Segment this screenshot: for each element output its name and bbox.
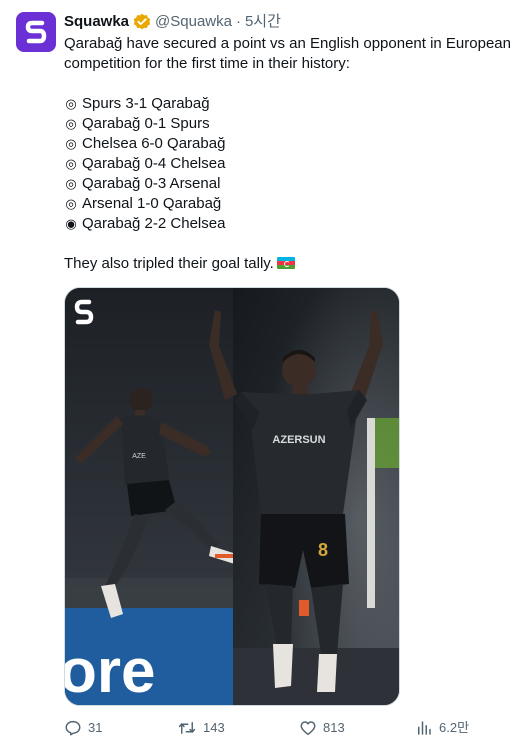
squawka-logo-icon <box>25 20 47 44</box>
result-line: ◎ Spurs 3-1 Qarabağ <box>64 94 519 114</box>
double-circle-icon: ◎ <box>65 116 77 131</box>
match-photo: ore AZE AZERSUN 8 <box>65 288 399 706</box>
result-line: ◎ Qarabağ 0-3 Arsenal <box>64 174 519 194</box>
views-chart-icon <box>418 721 431 735</box>
result-text: Qarabağ 0-3 Arsenal <box>82 175 221 192</box>
tweet-intro: Qarabağ have secured a point vs an Engli… <box>64 35 511 72</box>
heart-icon <box>300 721 316 736</box>
result-text: Qarabağ 2-2 Chelsea <box>82 215 226 232</box>
repost-icon <box>178 722 196 734</box>
shorts-number: 8 <box>318 540 328 560</box>
result-line: ◉ Qarabağ 2-2 Chelsea <box>64 214 519 234</box>
tweet[interactable]: Squawka @Squawka · 5시간 Qarabağ have secu… <box>0 0 525 750</box>
reply-count: 31 <box>88 720 103 735</box>
reply-icon <box>65 720 81 736</box>
display-name[interactable]: Squawka <box>64 12 129 32</box>
result-text: Qarabağ 0-4 Chelsea <box>82 155 226 172</box>
action-bar: 31 143 813 6.2만 <box>64 716 519 740</box>
result-text: Qarabağ 0-1 Spurs <box>82 115 210 132</box>
separator-dot: · <box>235 13 241 30</box>
verified-badge-icon[interactable] <box>133 13 151 31</box>
result-line: ◎ Qarabağ 0-1 Spurs <box>64 114 519 134</box>
avatar[interactable] <box>16 12 56 52</box>
filled-circle-icon: ◉ <box>65 216 77 231</box>
double-circle-icon: ◎ <box>65 136 77 151</box>
result-text: Chelsea 6-0 Qarabağ <box>82 135 226 152</box>
like-count: 813 <box>323 720 345 735</box>
tweet-header: Squawka @Squawka · 5시간 <box>64 12 281 32</box>
user-handle[interactable]: @Squawka <box>155 12 232 32</box>
repost-count: 143 <box>203 720 225 735</box>
azerbaijan-flag-icon <box>276 257 295 269</box>
like-button[interactable]: 813 <box>299 716 345 740</box>
result-text: Arsenal 1-0 Qarabağ <box>82 195 222 212</box>
repost-button[interactable]: 143 <box>177 716 225 740</box>
double-circle-icon: ◎ <box>65 156 77 171</box>
views-button[interactable]: 6.2만 <box>415 716 469 740</box>
reply-button[interactable]: 31 <box>64 716 102 740</box>
result-line: ◎ Arsenal 1-0 Qarabağ <box>64 194 519 214</box>
double-circle-icon: ◎ <box>65 196 77 211</box>
tweet-image[interactable]: ore AZE AZERSUN 8 <box>64 287 400 706</box>
tweet-closing: They also tripled their goal tally. <box>64 254 519 274</box>
svg-text:AZE: AZE <box>132 453 146 460</box>
double-circle-icon: ◎ <box>65 96 77 111</box>
result-line: ◎ Chelsea 6-0 Qarabağ <box>64 134 519 154</box>
double-circle-icon: ◎ <box>65 176 77 191</box>
tweet-text: Qarabağ have secured a point vs an Engli… <box>64 34 519 274</box>
timestamp[interactable]: 5시간 <box>245 12 281 32</box>
view-count: 6.2만 <box>439 720 470 735</box>
closing-text: They also tripled their goal tally. <box>64 255 274 272</box>
result-text: Spurs 3-1 Qarabağ <box>82 95 210 112</box>
shirt-sponsor-text: AZERSUN <box>272 434 325 446</box>
result-line: ◎ Qarabağ 0-4 Chelsea <box>64 154 519 174</box>
ad-board-text: ore <box>65 637 155 706</box>
